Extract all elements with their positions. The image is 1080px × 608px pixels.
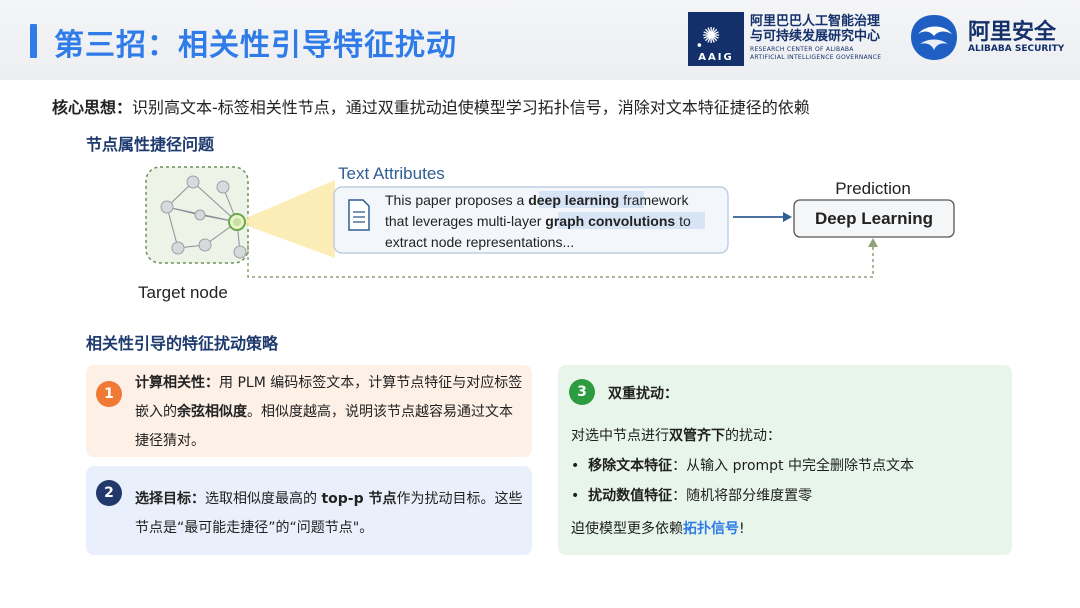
text-line-1-a: This paper proposes a <box>385 192 528 208</box>
card-3-bullet-2: • 扰动数值特征：随机将部分维度置零 <box>571 488 813 504</box>
card-1-bold-2: 余弦相似度 <box>177 404 247 420</box>
aaig-name-cn: 阿里巴巴人工智能治理 与可持续发展研究中心 <box>750 14 880 44</box>
alibaba-security-logo-icon <box>911 15 957 60</box>
shortcut-arrow-head-icon <box>868 238 878 247</box>
text-line-1-highlight: deep learning <box>528 192 619 208</box>
card-3-heading: 双重扰动： <box>608 386 678 402</box>
arrow-head-icon <box>783 212 792 222</box>
text-line-2: that leverages multi-layer graph convolu… <box>385 213 691 229</box>
core-idea: 核心思想：识别高文本-标签相关性节点，通过双重扰动迫使模型学习拓扑信号，消除对文… <box>52 94 810 118</box>
aaig-name-cn-line1: 阿里巴巴人工智能治理 <box>750 14 881 29</box>
section-title-shortcut-problem: 节点属性捷径问题 <box>86 135 215 154</box>
text-line-3: extract node representations... <box>385 234 574 250</box>
alibaba-security-name-en: ALIBABA SECURITY <box>968 44 1065 54</box>
card-1-bold-1: 计算相关性： <box>135 375 219 391</box>
card-3-ending-a: 迫使模型更多依赖 <box>571 521 683 537</box>
card-2-bold-2: top-p 节点 <box>321 491 397 507</box>
card-3-ending-c: ! <box>739 521 745 537</box>
card-3-bullet-2-text: ：随机将部分维度置零 <box>672 488 813 504</box>
prediction-value: Deep Learning <box>815 209 933 228</box>
target-node-label: Target node <box>138 283 228 302</box>
step-1-badge: 1 <box>96 381 122 407</box>
alibaba-security-name-cn: 阿里安全 <box>968 20 1057 45</box>
card-1-text: 计算相关性：用 PLM 编码标签文本，计算节点特征与对应标签嵌入的余弦相似度。相… <box>135 369 523 456</box>
text-line-2-b: to <box>675 213 691 229</box>
text-line-1-b: framework <box>619 192 689 208</box>
core-idea-text: 识别高文本-标签相关性节点，通过双重扰动迫使模型学习拓扑信号，消除对文本特征捷径… <box>132 98 810 117</box>
text-line-2-highlight: graph convolutions <box>545 213 675 229</box>
card-2-bold-1: 选择目标： <box>135 491 205 507</box>
document-icon <box>348 199 370 231</box>
card-2-text: 选择目标：选取相似度最高的 top-p 节点作为扰动目标。这些节点是“最可能走捷… <box>135 485 523 543</box>
target-node-core <box>233 218 241 226</box>
core-idea-label: 核心思想： <box>52 98 133 117</box>
card-3-intro: 对选中节点进行双管齐下的扰动： <box>571 425 781 445</box>
aaig-name-en-line2: ARTIFICIAL INTELLIGENCE GOVERNANCE <box>750 54 882 61</box>
shortcut-diagram: Target node Text Attributes This paper p… <box>138 164 955 302</box>
prediction-label: Prediction <box>835 179 911 198</box>
card-3-bullet-1-bold: 移除文本特征 <box>588 458 673 474</box>
card-3-intro-c: 的扰动： <box>725 428 781 444</box>
card-3-ending: 迫使模型更多依赖拓扑信号! <box>571 518 745 538</box>
aaig-name-cn-line2: 与可持续发展研究中心 <box>750 29 881 44</box>
aaig-name-en: RESEARCH CENTER OF ALIBABA ARTIFICIAL IN… <box>750 46 881 62</box>
title-accent-bar <box>30 24 37 58</box>
aaig-logo-text: AAIG <box>698 52 734 63</box>
card-3-bullet-1: • 移除文本特征：从输入 prompt 中完全删除节点文本 <box>571 458 914 474</box>
card-3-ending-b: 拓扑信号 <box>683 521 739 537</box>
aaig-logo: ฺ✺ AAIG <box>688 12 744 66</box>
text-line-1: This paper proposes a deep learning fram… <box>385 192 689 208</box>
aaig-name-en-line1: RESEARCH CENTER OF ALIBABA <box>750 46 854 53</box>
step-2-badge: 2 <box>96 480 122 506</box>
card-2-text-1: 选取相似度最高的 <box>205 491 322 507</box>
aaig-logo-icon: ฺ✺ <box>702 24 721 49</box>
card-3-bullet-1-text: ：从输入 prompt 中完全删除节点文本 <box>672 458 914 474</box>
text-attributes-label: Text Attributes <box>338 164 445 183</box>
card-3-intro-a: 对选中节点进行 <box>571 428 669 444</box>
page-title: 第三招：相关性引导特征扰动 <box>54 28 457 63</box>
card-3-intro-b: 双管齐下 <box>669 428 725 444</box>
card-3-bullet-2-bold: 扰动数值特征 <box>588 488 673 504</box>
step-3-badge: 3 <box>569 379 595 405</box>
attention-cone <box>237 180 335 258</box>
text-line-2-a: that leverages multi-layer <box>385 213 545 229</box>
section-title-perturbation-strategy: 相关性引导的特征扰动策略 <box>86 334 279 353</box>
